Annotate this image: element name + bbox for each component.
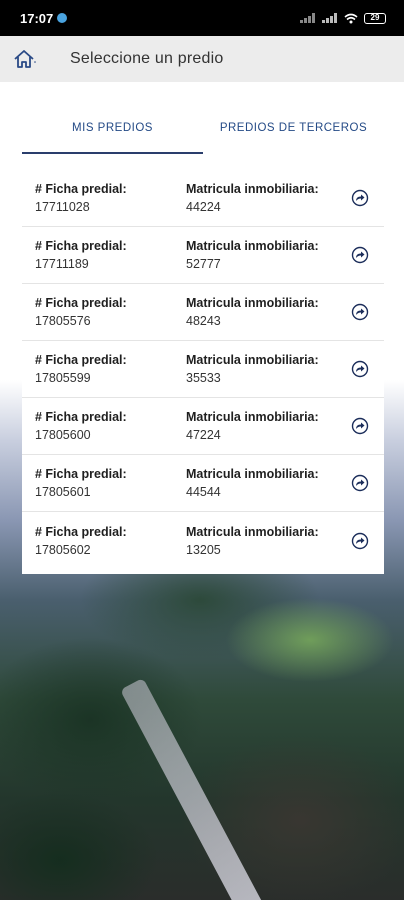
tab-predios-de-terceros[interactable]: PREDIOS DE TERCEROS: [203, 108, 384, 154]
matricula-label: Matricula inmobiliaria:: [186, 296, 319, 310]
list-item[interactable]: # Ficha predial: 17805602 Matricula inmo…: [22, 512, 384, 569]
page-title: Seleccione un predio: [70, 50, 224, 67]
matricula-value: 48243: [186, 314, 221, 328]
matricula-label: Matricula inmobiliaria:: [186, 467, 319, 481]
battery-icon: 29: [364, 12, 386, 24]
matricula-value: 44544: [186, 485, 221, 499]
list-item[interactable]: # Ficha predial: 17711189 Matricula inmo…: [22, 227, 384, 284]
ficha-label: # Ficha predial:: [35, 239, 127, 253]
status-time: 17:07: [20, 10, 54, 26]
list-item[interactable]: # Ficha predial: 17805599 Matricula inmo…: [22, 341, 384, 398]
share-arrow-icon[interactable]: [351, 532, 369, 550]
share-arrow-icon[interactable]: [351, 360, 369, 378]
notification-dot-icon: [57, 13, 68, 23]
ficha-label: # Ficha predial:: [35, 296, 127, 310]
app-bar: Seleccione un predio: [0, 36, 404, 82]
signal-icon: [300, 13, 315, 23]
matricula-label: Matricula inmobiliaria:: [186, 182, 319, 196]
ficha-value: 17711189: [35, 257, 89, 271]
tab-mis-predios[interactable]: MIS PREDIOS: [22, 108, 203, 154]
status-bar: 17:07 29: [0, 0, 404, 36]
matricula-label: Matricula inmobiliaria:: [186, 353, 319, 367]
matricula-value: 47224: [186, 428, 221, 442]
ficha-label: # Ficha predial:: [35, 410, 127, 424]
signal-icon-2: [322, 13, 337, 23]
ficha-label: # Ficha predial:: [35, 353, 127, 367]
share-arrow-icon[interactable]: [351, 189, 369, 207]
ficha-value: 17711028: [35, 200, 90, 214]
share-arrow-icon[interactable]: [351, 303, 369, 321]
matricula-value: 44224: [186, 200, 221, 214]
home-button[interactable]: [0, 36, 46, 82]
ficha-label: # Ficha predial:: [35, 524, 127, 539]
matricula-label: Matricula inmobiliaria:: [186, 239, 319, 253]
ficha-value: 17805601: [35, 485, 91, 499]
ficha-value: 17805602: [35, 542, 91, 557]
matricula-label: Matricula inmobiliaria:: [186, 410, 319, 424]
list-item[interactable]: # Ficha predial: 17805576 Matricula inmo…: [22, 284, 384, 341]
matricula-value: 13205: [186, 542, 221, 557]
list-item[interactable]: # Ficha predial: 17805601 Matricula inmo…: [22, 455, 384, 512]
ficha-value: 17805576: [35, 314, 91, 328]
share-arrow-icon[interactable]: [351, 474, 369, 492]
list-item[interactable]: # Ficha predial: 17805600 Matricula inmo…: [22, 398, 384, 455]
tab-bar: MIS PREDIOS PREDIOS DE TERCEROS: [22, 108, 384, 154]
matricula-label: Matricula inmobiliaria:: [186, 524, 319, 539]
ficha-label: # Ficha predial:: [35, 182, 127, 196]
predios-list: # Ficha predial: 17711028 Matricula inmo…: [22, 170, 384, 574]
matricula-value: 35533: [186, 371, 221, 385]
share-arrow-icon[interactable]: [351, 246, 369, 264]
share-arrow-icon[interactable]: [351, 417, 369, 435]
ficha-label: # Ficha predial:: [35, 467, 127, 481]
ficha-value: 17805599: [35, 371, 91, 385]
ficha-value: 17805600: [35, 428, 91, 442]
home-icon: [14, 50, 36, 68]
list-item[interactable]: # Ficha predial: 17711028 Matricula inmo…: [22, 170, 384, 227]
matricula-value: 52777: [186, 257, 221, 271]
wifi-icon: [344, 13, 358, 23]
